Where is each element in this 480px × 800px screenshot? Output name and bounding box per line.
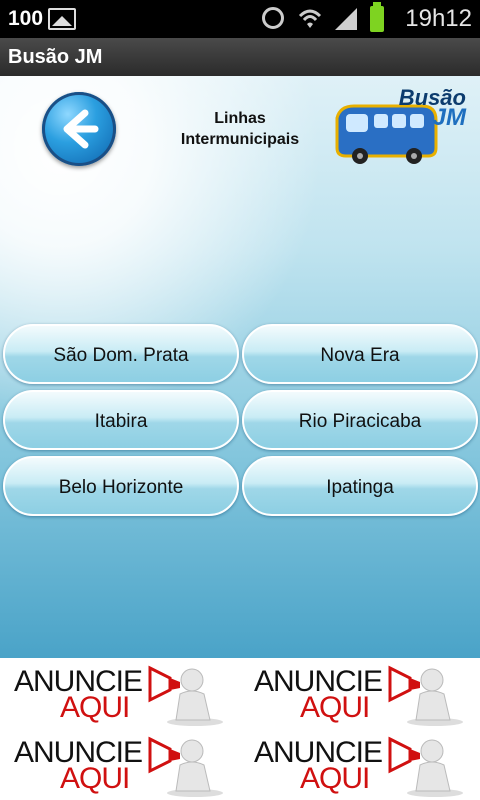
logo-text-line2: JM	[432, 104, 466, 131]
clock: 19h12	[405, 5, 472, 32]
megaphone-icon	[388, 665, 463, 726]
battery-icon	[370, 2, 384, 32]
megaphone-icon	[148, 736, 223, 797]
city-button-ipatinga[interactable]: Ipatinga	[242, 456, 478, 516]
status-bar: 100 19h12	[0, 0, 480, 38]
app-title-bar: Busão JM	[0, 38, 480, 76]
logo-text: Busão JM	[399, 87, 466, 131]
city-button-sao-dom-prata[interactable]: São Dom. Prata	[3, 324, 239, 384]
app-title: Busão JM	[8, 46, 103, 68]
battery-percent-text: 100	[8, 7, 44, 30]
city-button-itabira[interactable]: Itabira	[3, 390, 239, 450]
ad-banner-area: ANUNCIE AQUI ANUNCIE AQUI ANUNCIE AQUI A…	[0, 658, 480, 800]
ad-banner[interactable]: ANUNCIE AQUI	[240, 658, 480, 729]
alarm-icon	[262, 7, 284, 29]
city-button-rio-piracicaba[interactable]: Rio Piracicaba	[242, 390, 478, 450]
ad-banner[interactable]: ANUNCIE AQUI	[0, 729, 240, 800]
wifi-icon	[298, 9, 322, 28]
page-title-line1: Linhas	[214, 110, 266, 127]
image-icon	[48, 8, 76, 30]
megaphone-icon	[388, 736, 463, 797]
ad-line2: AQUI	[60, 691, 130, 724]
ad-line2: AQUI	[300, 762, 370, 795]
ad-banner[interactable]: ANUNCIE AQUI	[240, 729, 480, 800]
page-title: Linhas Intermunicipais	[160, 108, 320, 150]
arrow-left-icon	[63, 109, 99, 149]
city-button-belo-horizonte[interactable]: Belo Horizonte	[3, 456, 239, 516]
ad-banner[interactable]: ANUNCIE AQUI	[0, 658, 240, 729]
page-title-line2: Intermunicipais	[180, 131, 300, 148]
back-button[interactable]	[42, 92, 116, 166]
main-content: Linhas Intermunicipais Busão JM São Dom.…	[0, 76, 480, 658]
megaphone-icon	[148, 665, 223, 726]
city-button-nova-era[interactable]: Nova Era	[242, 324, 478, 384]
ad-line2: AQUI	[300, 691, 370, 724]
app-logo: Busão JM	[332, 87, 472, 168]
signal-icon	[335, 8, 357, 30]
status-icons	[258, 2, 408, 32]
ad-line2: AQUI	[60, 762, 130, 795]
